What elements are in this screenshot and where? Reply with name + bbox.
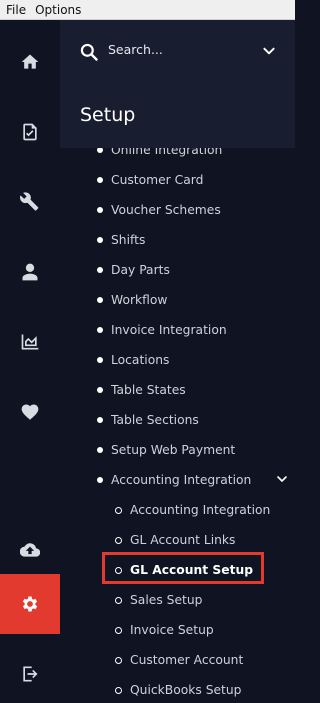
chevron-down-icon[interactable] bbox=[262, 44, 276, 58]
menu-item-label: Day Parts bbox=[111, 263, 170, 277]
menu-item-label: Shifts bbox=[111, 233, 146, 247]
file-menu[interactable]: File bbox=[0, 3, 29, 17]
rail-tools-button[interactable] bbox=[0, 172, 60, 232]
page-title: Setup bbox=[80, 104, 136, 126]
menu-item-shifts[interactable]: Shifts bbox=[97, 225, 145, 255]
bullet-icon bbox=[97, 357, 103, 363]
rail-documents-button[interactable] bbox=[0, 102, 60, 162]
submenu-item-gl-account-links[interactable]: GL Account Links bbox=[115, 525, 235, 555]
bullet-icon bbox=[97, 237, 103, 243]
chevron-down-icon[interactable] bbox=[276, 473, 288, 485]
rail-reports-button[interactable] bbox=[0, 312, 60, 372]
rail-upload-button[interactable] bbox=[0, 520, 60, 580]
rail-setup-button[interactable] bbox=[0, 574, 60, 634]
cloud-upload-icon bbox=[20, 543, 40, 557]
rail-favorites-button[interactable] bbox=[0, 382, 60, 442]
menu-item-invoice-integration[interactable]: Invoice Integration bbox=[97, 315, 227, 345]
panel-header: Search... Setup bbox=[60, 20, 295, 148]
bullet-icon bbox=[97, 297, 103, 303]
menu-item-label: Customer Card bbox=[111, 173, 204, 187]
menu-item-workflow[interactable]: Workflow bbox=[97, 285, 167, 315]
submenu-item-invoice-setup[interactable]: Invoice Setup bbox=[115, 615, 214, 645]
menu-bar: File Options bbox=[0, 0, 295, 20]
search-input[interactable]: Search... bbox=[108, 42, 163, 57]
search-bar[interactable]: Search... bbox=[60, 20, 295, 84]
menu-item-label: Invoice Integration bbox=[111, 323, 227, 337]
menu-item-setup-web-payment[interactable]: Setup Web Payment bbox=[97, 435, 235, 465]
submenu-item-quickbooks-setup[interactable]: QuickBooks Setup bbox=[115, 675, 241, 703]
left-rail bbox=[0, 20, 60, 703]
menu-item-voucher-schemes[interactable]: Voucher Schemes bbox=[97, 195, 221, 225]
search-icon bbox=[80, 43, 98, 61]
menu-item-label: Voucher Schemes bbox=[111, 203, 221, 217]
submenu-item-label: Sales Setup bbox=[130, 593, 203, 607]
ring-bullet-icon bbox=[115, 536, 122, 544]
bullet-icon bbox=[97, 477, 103, 483]
rail-home-button[interactable] bbox=[0, 32, 60, 92]
menu-item-day-parts[interactable]: Day Parts bbox=[97, 255, 170, 285]
bullet-icon bbox=[97, 447, 103, 453]
heart-icon bbox=[21, 404, 39, 420]
ring-bullet-icon bbox=[115, 686, 122, 694]
submenu-item-label: QuickBooks Setup bbox=[130, 683, 242, 697]
submenu-item-accounting-integration[interactable]: Accounting Integration bbox=[115, 495, 270, 525]
ring-bullet-icon bbox=[115, 656, 122, 664]
bullet-icon bbox=[97, 177, 103, 183]
menu-item-label: Table Sections bbox=[111, 413, 199, 427]
menu-item-label: Table States bbox=[111, 383, 186, 397]
submenu-item-label: Invoice Setup bbox=[130, 623, 214, 637]
submenu-item-label: Customer Account bbox=[130, 653, 244, 667]
ring-bullet-icon bbox=[115, 596, 122, 604]
home-icon bbox=[21, 54, 39, 69]
bullet-icon bbox=[97, 387, 103, 393]
menu-item-customer-card[interactable]: Customer Card bbox=[97, 165, 203, 195]
bullet-icon bbox=[97, 267, 103, 273]
submenu-item-label: Accounting Integration bbox=[130, 503, 271, 517]
options-menu[interactable]: Options bbox=[29, 3, 84, 17]
bullet-icon bbox=[97, 417, 103, 423]
menu-item-locations[interactable]: Locations bbox=[97, 345, 169, 375]
rail-users-button[interactable] bbox=[0, 242, 60, 302]
bullet-icon bbox=[97, 327, 103, 333]
menu-item-label: Accounting Integration bbox=[111, 473, 252, 487]
chart-icon bbox=[21, 334, 39, 350]
submenu-item-sales-setup[interactable]: Sales Setup bbox=[115, 585, 202, 615]
wrench-icon bbox=[20, 192, 39, 211]
submenu-item-label: GL Account Links bbox=[130, 533, 236, 547]
rail-logout-button[interactable] bbox=[0, 644, 60, 703]
setup-panel: Search... Setup Online Integration Custo… bbox=[60, 20, 295, 703]
menu-item-label: Workflow bbox=[111, 293, 168, 307]
menu-item-label: Setup Web Payment bbox=[111, 443, 236, 457]
submenu-item-customer-account[interactable]: Customer Account bbox=[115, 645, 243, 675]
menu-item-table-states[interactable]: Table States bbox=[97, 375, 186, 405]
document-check-icon bbox=[23, 123, 37, 141]
ring-bullet-icon bbox=[115, 506, 122, 514]
menu-item-label: Locations bbox=[111, 353, 170, 367]
user-icon bbox=[22, 263, 38, 281]
menu-item-accounting-integration[interactable]: Accounting Integration bbox=[97, 465, 251, 495]
gear-icon bbox=[22, 596, 38, 612]
bullet-icon bbox=[97, 207, 103, 213]
selection-highlight bbox=[102, 552, 264, 584]
logout-icon bbox=[23, 666, 38, 682]
menu-item-table-sections[interactable]: Table Sections bbox=[97, 405, 199, 435]
ring-bullet-icon bbox=[115, 626, 122, 634]
